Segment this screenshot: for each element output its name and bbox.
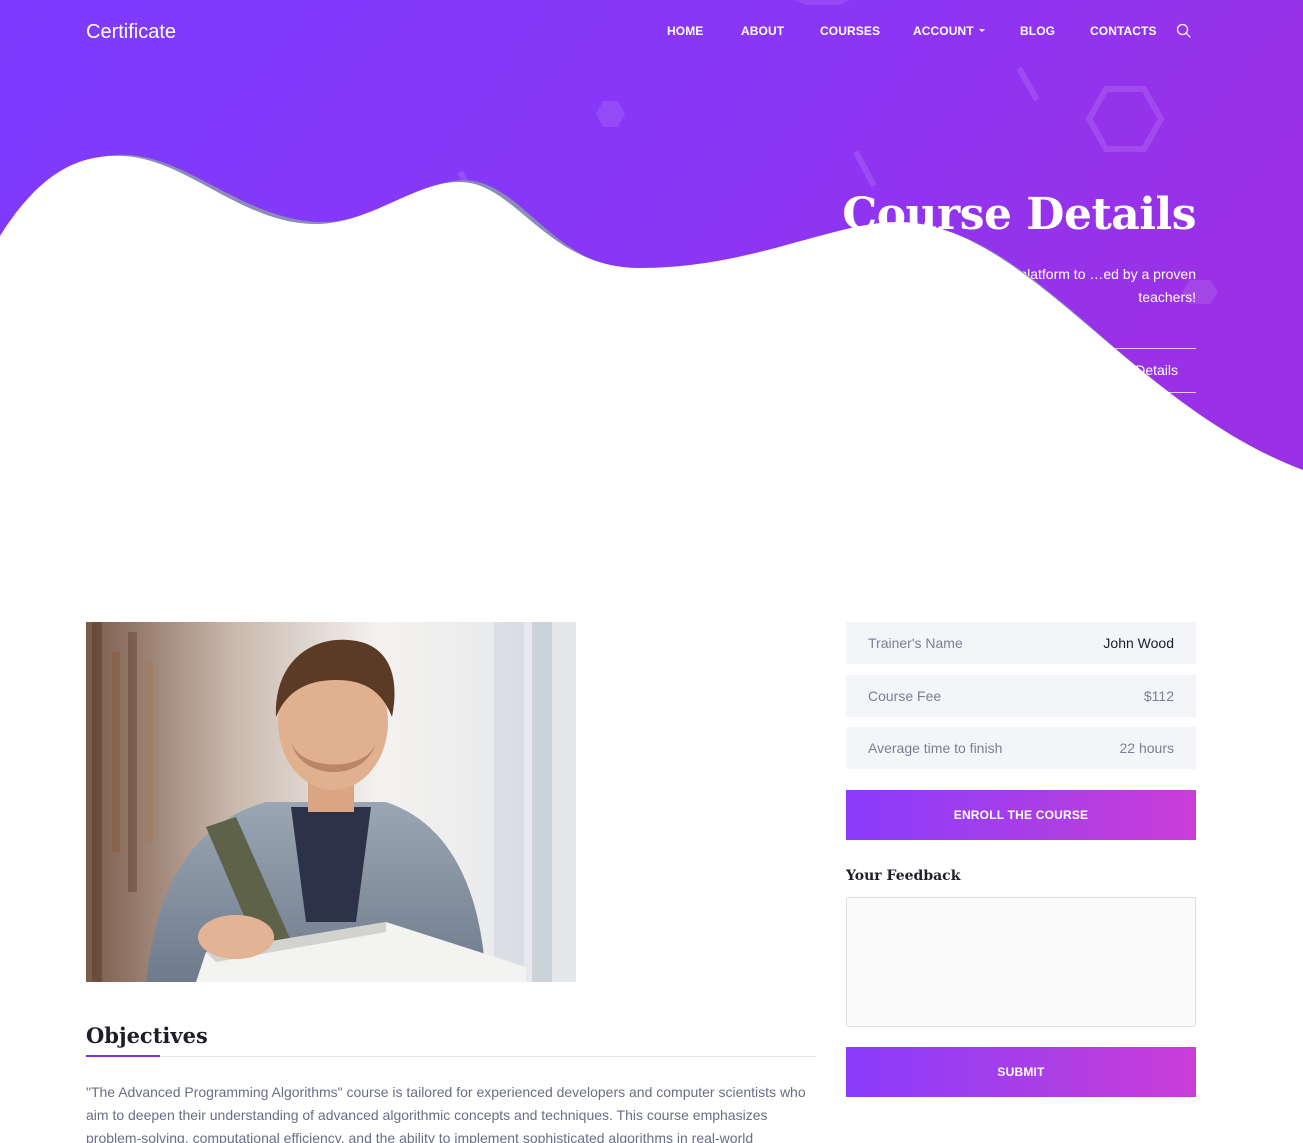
trainer-name-value[interactable]: John Wood: [1103, 635, 1174, 651]
course-image: [86, 622, 576, 982]
objectives-accent: [86, 1055, 160, 1057]
info-row-trainer: Trainer's Name John Wood: [846, 622, 1196, 664]
info-label: Average time to finish: [868, 740, 1003, 756]
hero-section: Certificate HOME ABOUT COURSES ACCOUNT B…: [0, 0, 1303, 480]
duration-value: 22 hours: [1119, 740, 1174, 756]
hero-wave: [0, 154, 1303, 480]
objectives-text: "The Advanced Programming Algorithms" co…: [86, 1084, 806, 1143]
enroll-button[interactable]: ENROLL THE COURSE: [846, 790, 1196, 840]
objectives-title: Objectives: [86, 1023, 208, 1048]
info-label: Course Fee: [868, 688, 942, 704]
submit-button[interactable]: SUBMIT: [846, 1047, 1196, 1097]
feedback-label: Your Feedback: [846, 868, 961, 884]
course-fee-value: $112: [1143, 688, 1174, 704]
info-row-duration: Average time to finish 22 hours: [846, 727, 1196, 769]
feedback-textarea[interactable]: [846, 897, 1196, 1027]
objectives-divider: [86, 1055, 816, 1057]
objectives-section: Objectives "The Advanced Programming Alg…: [86, 1022, 816, 1143]
info-row-fee: Course Fee $112: [846, 675, 1196, 717]
info-label: Trainer's Name: [868, 635, 963, 651]
